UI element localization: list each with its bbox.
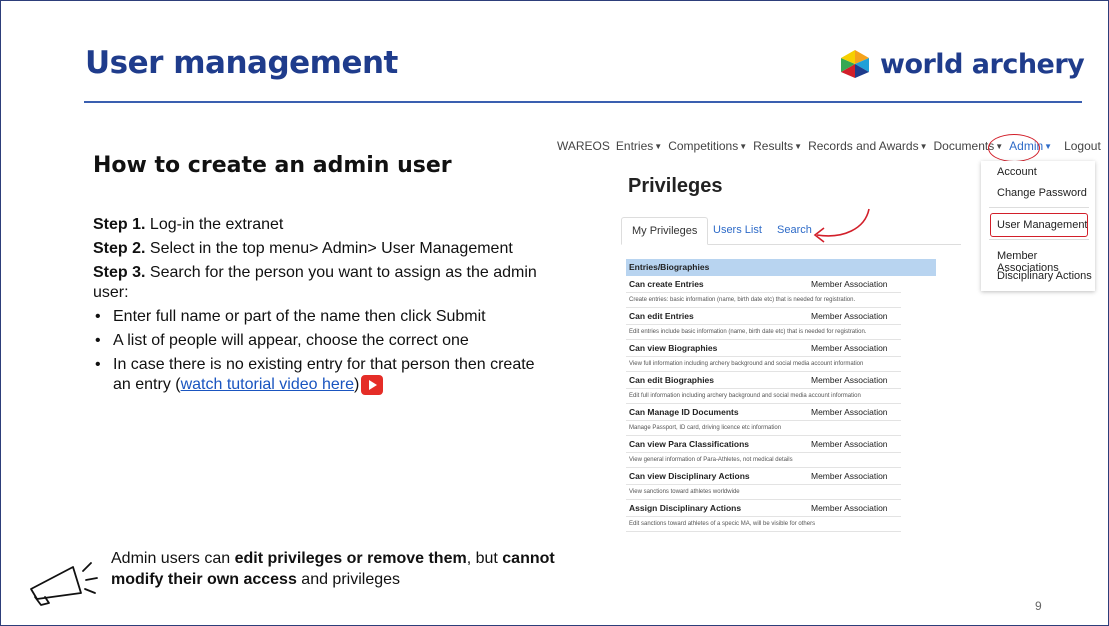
step-1: Step 1. Log-in the extranet <box>93 215 553 235</box>
nav-item-logout[interactable]: Logout <box>1064 139 1101 153</box>
step-3-bullets: Enter full name or part of the name then… <box>93 307 553 395</box>
dropdown-item-disciplinary-actions[interactable]: Disciplinary Actions <box>997 270 1092 282</box>
caret-down-icon: ▼ <box>654 142 663 152</box>
title-divider <box>84 101 1082 103</box>
nav-item-records[interactable]: Records and Awards▼ <box>808 139 927 153</box>
section-heading: How to create an admin user <box>93 153 452 178</box>
step-text: Select in the top menu> Admin> User Mana… <box>145 240 513 257</box>
step-3: Step 3. Search for the person you want t… <box>93 263 553 303</box>
nav-label: Competitions <box>668 139 739 153</box>
table-row: Can edit Biographies Member Association <box>626 372 901 389</box>
dropdown-item-account[interactable]: Account <box>997 166 1037 178</box>
step-2: Step 2. Select in the top menu> Admin> U… <box>93 239 553 259</box>
privilege-description: Edit full information including archery … <box>626 389 901 404</box>
privilege-scope: Member Association <box>811 375 888 385</box>
bullet-item: In case there is no existing entry for t… <box>93 355 553 395</box>
step-label: Step 1. <box>93 216 146 233</box>
caret-down-icon: ▼ <box>794 142 803 152</box>
note-text: , but <box>466 550 503 567</box>
tutorial-video-link[interactable]: watch tutorial video here <box>181 376 354 393</box>
privilege-description: Edit sanctions toward athletes of a spec… <box>626 517 901 532</box>
megaphone-icon <box>30 562 98 606</box>
user-management-highlight <box>990 213 1088 237</box>
page-number: 9 <box>1035 599 1042 613</box>
dropdown-item-change-password[interactable]: Change Password <box>997 187 1087 199</box>
table-section-header: Entries/Biographies <box>626 259 936 276</box>
nav-item-competitions[interactable]: Competitions▼ <box>668 139 747 153</box>
note-text: Admin users can <box>111 550 235 567</box>
caret-down-icon: ▼ <box>1044 142 1053 152</box>
steps-list: Step 1. Log-in the extranet Step 2. Sele… <box>93 215 553 395</box>
privilege-name: Can edit Entries <box>629 311 694 321</box>
slide: User management world archery How to cre… <box>0 0 1109 626</box>
privilege-name: Can view Para Classifications <box>629 439 749 449</box>
step-text: Search for the person you want to assign… <box>93 264 537 301</box>
arrow-icon <box>813 208 870 243</box>
nav-item-wareos[interactable]: WAREOS <box>557 139 610 153</box>
privilege-name: Can edit Biographies <box>629 375 715 385</box>
table-row: Can view Biographies Member Association <box>626 340 901 357</box>
privilege-description: View full information including archery … <box>626 357 901 372</box>
tab-users-list[interactable]: Users List <box>703 217 772 243</box>
step-text: Log-in the extranet <box>145 216 284 233</box>
bullet-item: A list of people will appear, choose the… <box>93 331 553 351</box>
nav-item-entries[interactable]: Entries▼ <box>616 139 662 153</box>
privilege-scope: Member Association <box>811 407 888 417</box>
nav-label: Results <box>753 139 794 153</box>
bullet-tail: ) <box>354 376 360 394</box>
admin-highlight-circle <box>988 134 1040 162</box>
table-row: Can edit Entries Member Association <box>626 308 901 325</box>
caret-down-icon: ▼ <box>739 142 748 152</box>
privilege-scope: Member Association <box>811 503 888 513</box>
bullet-item: Enter full name or part of the name then… <box>93 307 553 327</box>
archery-logo-icon <box>841 50 869 78</box>
table-row: Can view Para Classifications Member Asso… <box>626 436 901 453</box>
privilege-scope: Member Association <box>811 279 888 289</box>
slide-title: User management <box>85 45 398 81</box>
tab-my-privileges[interactable]: My Privileges <box>621 217 709 245</box>
privilege-description: Manage Passport, ID card, driving licenc… <box>626 421 901 436</box>
privileges-table: Entries/Biographies Can create Entries Me… <box>626 259 936 532</box>
note-text: and privileges <box>296 571 401 588</box>
nav-item-results[interactable]: Results▼ <box>753 139 802 153</box>
nav-label: Records and Awards <box>808 139 919 153</box>
dropdown-divider <box>989 239 1089 240</box>
privilege-scope: Member Association <box>811 311 888 321</box>
nav-label: Entries <box>615 139 654 153</box>
privilege-description: Edit entries include basic information (… <box>626 325 901 340</box>
privilege-name: Can view Disciplinary Actions <box>629 471 750 481</box>
note-bold: edit privileges or remove them <box>234 550 467 567</box>
admin-note: Admin users can edit privileges or remov… <box>111 548 581 590</box>
privilege-name: Can Manage ID Documents <box>629 407 739 417</box>
privileges-title: Privileges <box>628 175 723 197</box>
dropdown-divider <box>989 207 1089 208</box>
privileges-tabs: My Privileges Users List Search <box>621 217 961 245</box>
privilege-scope: Member Association <box>811 439 888 449</box>
logo-text: world archery <box>880 48 1085 80</box>
nav-label: Documents <box>933 139 995 153</box>
world-archery-logo: world archery <box>838 47 1085 81</box>
privilege-name: Can view Biographies <box>629 343 718 353</box>
privilege-name: Can create Entries <box>629 279 704 289</box>
table-row: Can create Entries Member Association <box>626 276 901 293</box>
privilege-scope: Member Association <box>811 471 888 481</box>
step-label: Step 3. <box>93 264 146 281</box>
privilege-scope: Member Association <box>811 343 888 353</box>
table-row: Can Manage ID Documents Member Associatio… <box>626 404 901 421</box>
table-row: Assign Disciplinary Actions Member Associ… <box>626 500 901 517</box>
table-row: Can view Disciplinary Actions Member Asso… <box>626 468 901 485</box>
privilege-description: Create entries: basic information (name,… <box>626 293 901 308</box>
youtube-play-icon[interactable] <box>361 375 384 395</box>
privilege-description: View sanctions toward athletes worldwide <box>626 485 901 500</box>
privilege-description: View general information of Para-Athlete… <box>626 453 901 468</box>
step-label: Step 2. <box>93 240 146 257</box>
privilege-name: Assign Disciplinary Actions <box>629 503 742 513</box>
caret-down-icon: ▼ <box>919 142 928 152</box>
